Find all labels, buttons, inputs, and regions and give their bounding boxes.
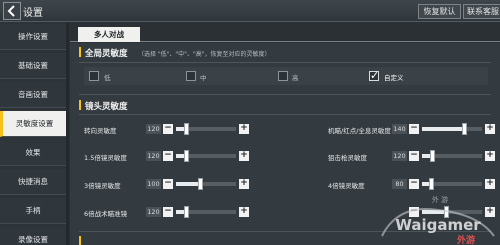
increase-button[interactable]: +	[239, 124, 249, 134]
decrease-button[interactable]: −	[409, 151, 419, 161]
decrease-button[interactable]: −	[409, 124, 419, 134]
mode-tabs: 多人对战	[70, 25, 500, 42]
sidebar-item-audio-video[interactable]: 音画设置	[0, 82, 66, 108]
increase-button[interactable]: +	[485, 179, 495, 189]
decrease-button[interactable]: −	[163, 207, 173, 217]
right-value-field[interactable]: 120	[392, 151, 407, 161]
watermark-logo: 外 游 Waigamer 外游	[381, 195, 495, 245]
sensitivity-slider[interactable]	[176, 123, 236, 135]
section-accent	[79, 47, 81, 57]
sensitivity-slider[interactable]	[176, 206, 236, 218]
scope-sensitivity-title: 镜头灵敏度	[85, 102, 128, 112]
right-row-label: 狙击枪灵敏度	[328, 154, 367, 162]
tab-multiplayer[interactable]: 多人对战	[78, 27, 140, 42]
slider-fill	[422, 127, 464, 131]
section-accent	[79, 236, 81, 245]
back-arrow-icon[interactable]	[3, 2, 21, 20]
page-title: 设置	[23, 8, 43, 19]
top-bar: 设置 恢复默认 联系客服	[0, 0, 500, 22]
contact-support-button[interactable]: 联系客服	[463, 4, 500, 19]
right-row-label: 机瞄/红点/全息灵敏度	[328, 127, 391, 135]
option-medium-label: 中	[200, 74, 207, 82]
right-value-field[interactable]: 80	[392, 179, 407, 189]
increase-button[interactable]: +	[485, 151, 495, 161]
slider-thumb[interactable]	[198, 178, 203, 190]
option-low-checkbox[interactable]	[89, 71, 99, 81]
checkmark-icon: ✓	[370, 69, 380, 82]
slider-fill	[176, 182, 200, 186]
sensitivity-slider[interactable]	[422, 150, 482, 162]
slider-thumb[interactable]	[184, 150, 189, 162]
watermark-sub: 外游	[456, 234, 475, 245]
sidebar-item-sensitivity[interactable]: 灵敏度设置	[0, 111, 66, 137]
option-low-label: 低	[104, 74, 111, 82]
left-value-field[interactable]: 120	[146, 124, 161, 134]
left-value-field[interactable]: 120	[146, 151, 161, 161]
left-row-label: 6倍战术瞄准镜	[84, 210, 128, 218]
decrease-button[interactable]: −	[163, 151, 173, 161]
decrease-button[interactable]: −	[163, 179, 173, 189]
decrease-button[interactable]: −	[409, 179, 419, 189]
global-sensitivity-note: （选择 "低"、"中"、"高"，恢复至对应的灵敏度）	[138, 51, 271, 58]
sensitivity-slider[interactable]	[176, 178, 236, 190]
increase-button[interactable]: +	[239, 151, 249, 161]
sidebar-item-quick-messages[interactable]: 快捷消息	[0, 169, 66, 195]
sidebar-item-controller[interactable]: 手柄	[0, 198, 66, 224]
slider-thumb[interactable]	[430, 150, 435, 162]
increase-button[interactable]: +	[239, 207, 249, 217]
sidebar-item-controls[interactable]: 操作设置	[0, 24, 66, 50]
svg-text:外 游: 外 游	[432, 195, 448, 204]
option-custom-label: 自定义	[384, 74, 404, 82]
option-high-label: 高	[292, 74, 299, 82]
sidebar-item-effects[interactable]: 效果	[0, 140, 66, 166]
slider-thumb[interactable]	[429, 178, 434, 190]
restore-default-button[interactable]: 恢复默认	[418, 4, 461, 19]
sensitivity-slider[interactable]	[422, 178, 482, 190]
left-value-field[interactable]: 100	[146, 179, 161, 189]
sidebar-divider	[66, 22, 69, 245]
section-divider	[79, 114, 491, 115]
section-divider	[79, 62, 491, 63]
increase-button[interactable]: +	[239, 179, 249, 189]
left-row-label: 1.5倍镜灵敏度	[84, 154, 127, 162]
right-value-field[interactable]: 140	[392, 124, 407, 134]
right-row-label: 4倍镜灵敏度	[328, 182, 365, 190]
increase-button[interactable]: +	[485, 124, 495, 134]
decrease-button[interactable]: −	[163, 124, 173, 134]
option-custom-checkbox[interactable]: ✓	[369, 69, 380, 82]
global-sensitivity-title: 全局灵敏度	[85, 49, 128, 59]
left-row-label: 3倍镜灵敏度	[84, 182, 121, 190]
left-value-field[interactable]: 120	[146, 207, 161, 217]
option-high-checkbox[interactable]	[278, 71, 288, 81]
slider-thumb[interactable]	[184, 206, 189, 218]
section-accent	[79, 100, 81, 110]
slider-thumb[interactable]	[184, 123, 189, 135]
slider-thumb[interactable]	[462, 123, 467, 135]
left-row-label: 转向灵敏度	[84, 127, 117, 135]
sensitivity-slider[interactable]	[422, 123, 482, 135]
section-divider	[79, 94, 491, 95]
sidebar-item-basic[interactable]: 基础设置	[0, 53, 66, 79]
sensitivity-slider[interactable]	[176, 150, 236, 162]
watermark-brand: Waigamer	[395, 216, 481, 234]
option-medium-checkbox[interactable]	[186, 71, 196, 81]
settings-sidebar: 操作设置 基础设置 音画设置 灵敏度设置 效果 快捷消息 手柄 录像设置	[0, 22, 66, 245]
sidebar-item-recording[interactable]: 录像设置	[0, 227, 66, 245]
